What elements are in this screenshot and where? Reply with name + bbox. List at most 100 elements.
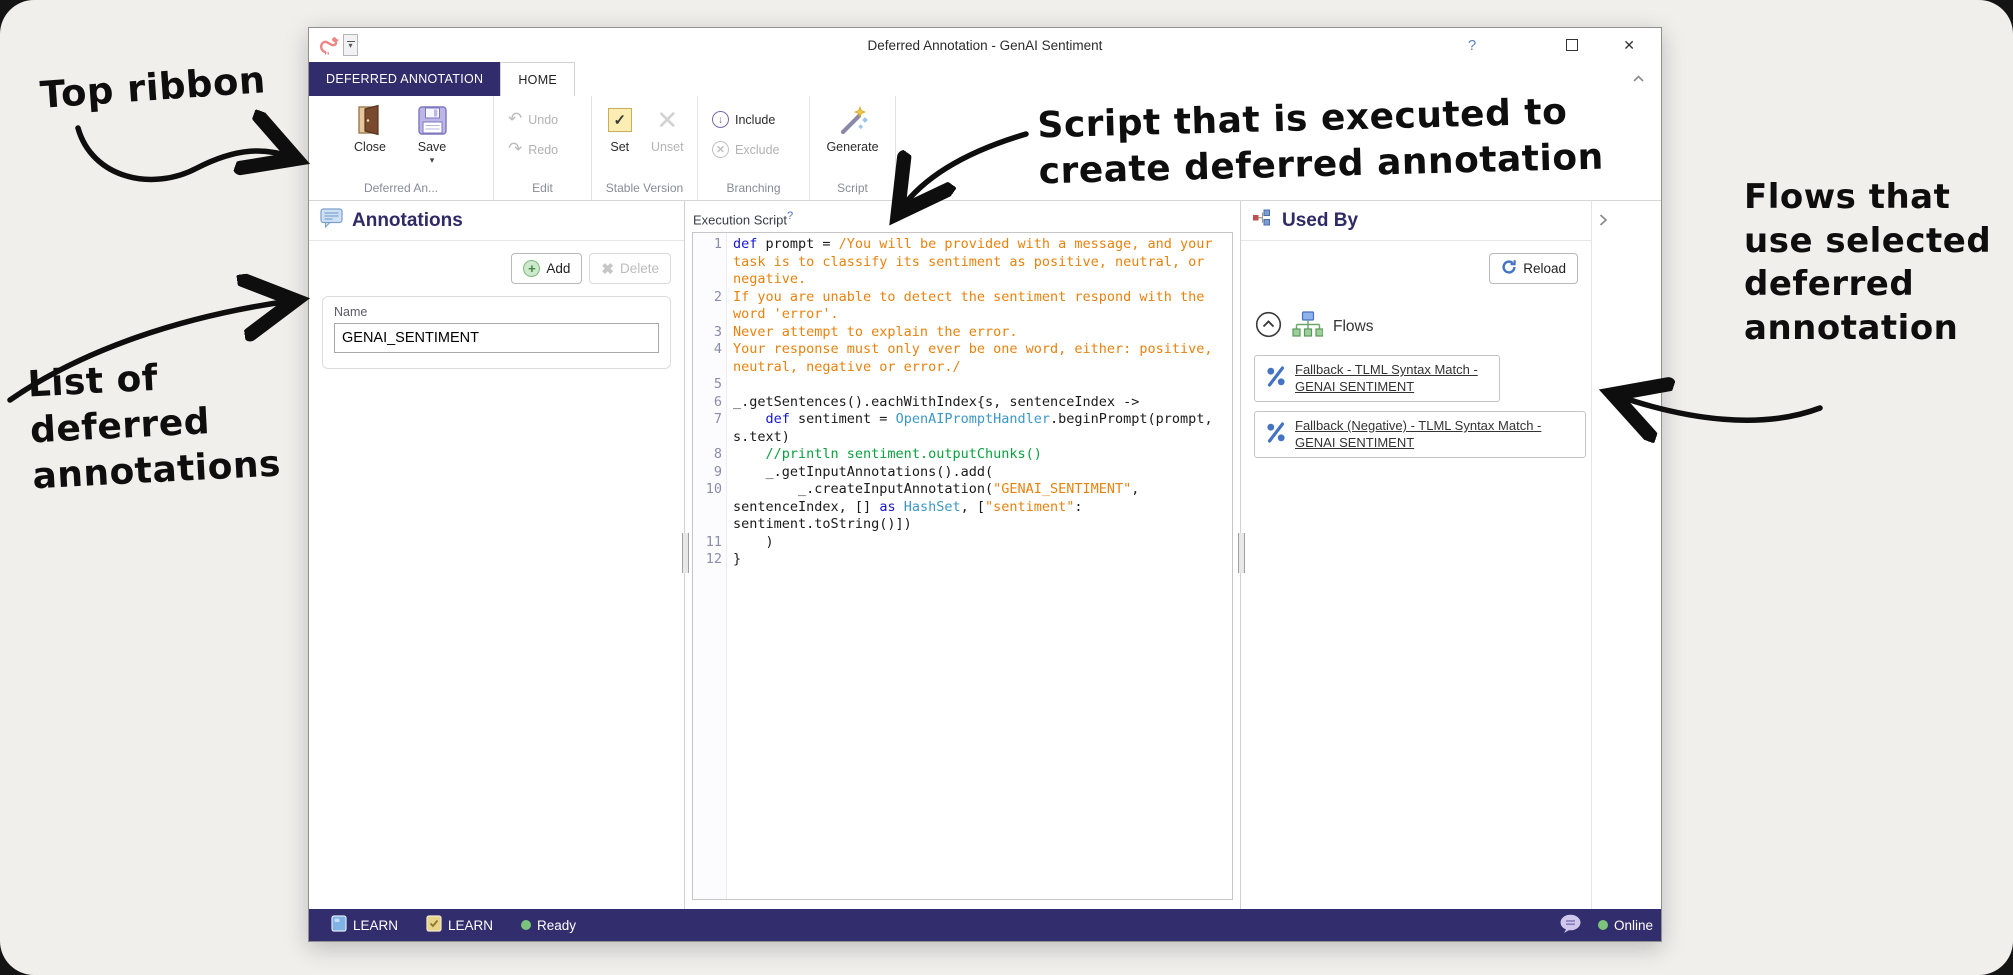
annotation-name-input[interactable]: [334, 323, 659, 353]
hand-note-list: List of deferred annotations: [27, 350, 283, 501]
undo-icon: ↶: [508, 111, 522, 128]
exclude-button[interactable]: ✕ Exclude: [706, 137, 785, 162]
learn-docs-badge[interactable]: LEARN: [331, 915, 398, 935]
annotations-panel-title: Annotations: [352, 210, 463, 232]
flow-percent-icon: [1265, 421, 1287, 449]
unset-button[interactable]: ✕ Unset: [646, 99, 689, 154]
flows-tree-icon: [1292, 311, 1323, 343]
status-bar: LEARN LEARN Ready: [309, 909, 1661, 941]
add-annotation-button[interactable]: + Add: [511, 253, 582, 284]
speech-bubble-icon: [320, 208, 343, 234]
ribbon-group-label: Edit: [494, 178, 591, 200]
flow-list: Fallback - TLML Syntax Match - GENAI SEN…: [1241, 355, 1591, 467]
door-icon: [356, 102, 384, 138]
annotation-item-card: Name: [322, 296, 671, 369]
close-window-button[interactable]: ✕: [1623, 37, 1635, 54]
flow-link[interactable]: Fallback - TLML Syntax Match - GENAI SEN…: [1295, 362, 1489, 395]
code-line: 5: [693, 376, 1232, 394]
x-icon: ✕: [656, 102, 678, 138]
code-line: 4Your response must only ever be one wor…: [693, 341, 1232, 376]
tab-home[interactable]: HOME: [500, 62, 575, 96]
execution-script-editor[interactable]: 1def prompt = /You will be provided with…: [692, 232, 1233, 900]
ribbon-group-label: Branching: [698, 178, 809, 200]
save-button[interactable]: Save ▾: [405, 99, 459, 165]
code-line: 11 ): [693, 534, 1232, 552]
set-button[interactable]: ✓ Set: [600, 99, 640, 154]
window-title: Deferred Annotation - GenAI Sentiment: [309, 38, 1661, 53]
check-box-icon: ✓: [608, 102, 632, 138]
delete-x-icon: ✖: [601, 260, 614, 278]
side-panel-strip: [1591, 201, 1661, 909]
code-line: 12}: [693, 551, 1232, 569]
name-label: Name: [334, 305, 659, 319]
flow-link-card[interactable]: Fallback - TLML Syntax Match - GENAI SEN…: [1254, 355, 1500, 402]
tab-deferred-annotation[interactable]: DEFERRED ANNOTATION: [309, 62, 500, 96]
execution-script-panel: Execution Script? 1def prompt = /You wil…: [685, 201, 1241, 909]
code-line: 9 _.getInputAnnotations().add(: [693, 464, 1232, 482]
ribbon-collapse-icon[interactable]: [1632, 70, 1645, 88]
flows-section-header: Flows: [1241, 293, 1591, 355]
ribbon-group-label: Deferred An...: [309, 178, 493, 200]
code-line: 7 def sentiment = OpenAIPromptHandler.be…: [693, 411, 1232, 446]
ribbon-group-script: Generate Script: [810, 96, 896, 200]
used-by-tree-icon: [1252, 209, 1273, 232]
code-line: 8 //println sentiment.outputChunks(): [693, 446, 1232, 464]
delete-annotation-button[interactable]: ✖ Delete: [589, 253, 671, 284]
flow-link[interactable]: Fallback (Negative) - TLML Syntax Match …: [1295, 418, 1575, 451]
ribbon-group-label: Stable Version: [592, 178, 697, 200]
maximize-icon: [1566, 39, 1578, 51]
flow-percent-icon: [1265, 365, 1287, 393]
maximize-button[interactable]: [1566, 39, 1578, 51]
learn-tasks-badge[interactable]: LEARN: [426, 915, 493, 935]
close-button[interactable]: Close: [343, 99, 397, 154]
expand-chevron-icon[interactable]: [1598, 214, 1608, 231]
code-line: 10 _.createInputAnnotation("GENAI_SENTIM…: [693, 481, 1232, 534]
redo-icon: ↷: [508, 141, 522, 158]
flows-label: Flows: [1333, 318, 1373, 336]
ready-dot-icon: [521, 920, 531, 930]
hand-note-script: Script that is executed to create deferr…: [1037, 89, 1604, 196]
ribbon-tab-row: DEFERRED ANNOTATION HOME: [309, 62, 1661, 96]
splitter-right[interactable]: [1238, 533, 1245, 573]
undo-button[interactable]: ↶ Undo: [502, 107, 564, 132]
splitter-left[interactable]: [682, 533, 689, 573]
hand-note-top-ribbon: Top ribbon: [39, 56, 268, 119]
code-line: 6_.getSentences().eachWithIndex{s, sente…: [693, 394, 1232, 412]
ribbon-group-deferred-annotation: Close Sa: [309, 96, 494, 200]
redo-button[interactable]: ↷ Redo: [502, 137, 564, 162]
execution-script-header: Execution Script?: [685, 201, 1240, 232]
book-icon: [331, 915, 347, 935]
annotations-panel: Annotations + Add ✖ Delete Name: [309, 201, 685, 909]
generate-button[interactable]: Generate: [822, 99, 884, 154]
used-by-panel: Used By Reload: [1241, 201, 1591, 909]
exclude-circle-x-icon: ✕: [712, 141, 729, 158]
ready-status: Ready: [521, 918, 576, 933]
help-button[interactable]: ?: [1468, 37, 1476, 54]
flow-link-card[interactable]: Fallback (Negative) - TLML Syntax Match …: [1254, 411, 1586, 458]
ribbon-group-branching: ↓ Include ✕ Exclude Branching: [698, 96, 810, 200]
online-dot-icon: [1598, 920, 1608, 930]
used-by-panel-title: Used By: [1282, 210, 1358, 232]
reload-button[interactable]: Reload: [1489, 253, 1578, 284]
include-button[interactable]: ↓ Include: [706, 107, 785, 132]
collapse-circle-icon[interactable]: [1255, 311, 1282, 343]
hand-note-flows: Flows that use selected deferred annotat…: [1744, 176, 1991, 350]
checklist-icon: [426, 915, 442, 935]
ribbon-group-edit: ↶ Undo ↷ Redo Edit: [494, 96, 592, 200]
magic-wand-icon: [836, 102, 869, 138]
arrow-top-ribbon: [78, 128, 291, 179]
ribbon-group-label: Script: [810, 178, 895, 200]
floppy-icon: [417, 102, 448, 138]
chat-bubble-icon[interactable]: [1559, 914, 1582, 937]
code-line: 1def prompt = /You will be provided with…: [693, 236, 1232, 289]
script-help-icon[interactable]: ?: [787, 210, 793, 222]
ribbon-group-stable-version: ✓ Set ✕ Unset Stable Version: [592, 96, 698, 200]
include-circle-arrow-icon: ↓: [712, 111, 729, 128]
reload-icon: [1501, 259, 1517, 278]
screenshot-canvas: Top ribbon Script that is executed to cr…: [0, 0, 2013, 975]
code-line: 3Never attempt to explain the error.: [693, 324, 1232, 342]
main-content: Annotations + Add ✖ Delete Name: [309, 201, 1661, 909]
code-line: 2If you are unable to detect the sentime…: [693, 289, 1232, 324]
save-dropdown-icon[interactable]: ▾: [430, 156, 435, 165]
plus-circle-icon: +: [523, 260, 540, 277]
